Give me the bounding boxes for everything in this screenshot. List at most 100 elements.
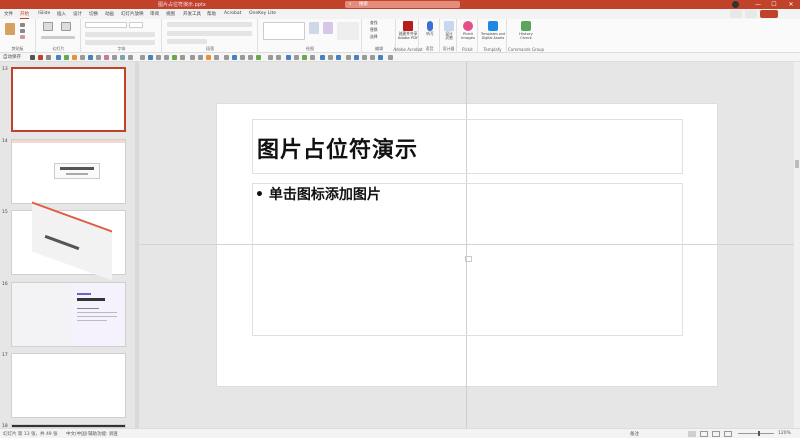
font-size-select[interactable] bbox=[129, 22, 143, 28]
create-pdf-button[interactable]: 创建并共享 Adobe PDF bbox=[397, 32, 419, 40]
tab-file[interactable]: 文件 bbox=[4, 11, 13, 17]
qat-tool-icon[interactable] bbox=[310, 55, 315, 60]
slide-thumbnail-15[interactable] bbox=[11, 201, 126, 281]
qat-tool-icon[interactable] bbox=[64, 55, 69, 60]
qat-tool-icon[interactable] bbox=[362, 55, 367, 60]
title-placeholder[interactable]: 图片占位符演示 bbox=[252, 119, 683, 174]
tab-view[interactable]: 视图 bbox=[166, 11, 175, 17]
qat-tool-icon[interactable] bbox=[172, 55, 177, 60]
quick-styles-icon[interactable] bbox=[323, 22, 333, 34]
qat-tool-icon[interactable] bbox=[232, 55, 237, 60]
qat-tool-icon[interactable] bbox=[378, 55, 383, 60]
qat-tool-icon[interactable] bbox=[276, 55, 281, 60]
layout-button[interactable] bbox=[41, 36, 75, 39]
qat-tool-icon[interactable] bbox=[156, 55, 161, 60]
undo-icon[interactable] bbox=[38, 55, 43, 60]
slide-thumbnail-16[interactable] bbox=[11, 282, 126, 347]
share-button[interactable] bbox=[760, 10, 778, 18]
shapes-gallery[interactable] bbox=[263, 22, 305, 40]
qat-tool-icon[interactable] bbox=[104, 55, 109, 60]
align-buttons[interactable] bbox=[167, 31, 252, 36]
select-button[interactable]: 选择 bbox=[370, 35, 378, 39]
zoom-slider[interactable] bbox=[738, 433, 774, 434]
tab-review[interactable]: 审阅 bbox=[150, 11, 159, 17]
slide-thumbnail-13[interactable] bbox=[11, 67, 126, 132]
qat-tool-icon[interactable] bbox=[180, 55, 185, 60]
tab-islide[interactable]: iSlide bbox=[38, 11, 50, 16]
qat-tool-icon[interactable] bbox=[286, 55, 291, 60]
qat-tool-icon[interactable] bbox=[120, 55, 125, 60]
qat-tool-icon[interactable] bbox=[198, 55, 203, 60]
tab-help[interactable]: 帮助 bbox=[207, 11, 216, 17]
qat-tool-icon[interactable] bbox=[56, 55, 61, 60]
microphone-icon[interactable] bbox=[427, 21, 433, 31]
tab-insert[interactable]: 插入 bbox=[57, 11, 66, 17]
dictate-button[interactable]: 听写 bbox=[420, 32, 440, 36]
shape-format-buttons[interactable] bbox=[337, 22, 359, 40]
font-format-buttons[interactable] bbox=[85, 32, 155, 37]
tab-home[interactable]: 开始 bbox=[20, 11, 29, 19]
qat-tool-icon[interactable] bbox=[72, 55, 77, 60]
format-painter-icon[interactable] bbox=[20, 35, 25, 39]
copy-icon[interactable] bbox=[20, 29, 25, 33]
qat-tool-icon[interactable] bbox=[224, 55, 229, 60]
paste-icon[interactable] bbox=[5, 23, 15, 35]
slide-sorter-icon[interactable] bbox=[700, 431, 708, 437]
qat-tool-icon[interactable] bbox=[148, 55, 153, 60]
templafy-button[interactable]: Templates and Digital Assets bbox=[479, 32, 507, 40]
qat-tool-icon[interactable] bbox=[96, 55, 101, 60]
qat-tool-icon[interactable] bbox=[240, 55, 245, 60]
zoom-level[interactable]: 120% bbox=[778, 431, 791, 436]
qat-tool-icon[interactable] bbox=[248, 55, 253, 60]
scrollbar-thumb[interactable] bbox=[795, 160, 799, 168]
tab-design[interactable]: 设计 bbox=[73, 11, 82, 17]
new-slide-icon[interactable] bbox=[43, 22, 53, 31]
qat-tool-icon[interactable] bbox=[328, 55, 333, 60]
present-button[interactable] bbox=[745, 10, 757, 18]
qat-tool-icon[interactable] bbox=[164, 55, 169, 60]
qat-tool-icon[interactable] bbox=[346, 55, 351, 60]
record-button[interactable] bbox=[730, 10, 742, 18]
reading-view-icon[interactable] bbox=[712, 431, 720, 437]
history-check-button[interactable]: History Check bbox=[508, 32, 544, 40]
replace-button[interactable]: 替换 bbox=[370, 28, 378, 32]
qat-tool-icon[interactable] bbox=[190, 55, 195, 60]
tab-developer[interactable]: 开发工具 bbox=[183, 11, 201, 17]
qat-tool-icon[interactable] bbox=[370, 55, 375, 60]
tab-slideshow[interactable]: 幻灯片放映 bbox=[121, 11, 144, 17]
qat-tool-icon[interactable] bbox=[112, 55, 117, 60]
history-check-icon[interactable] bbox=[521, 21, 531, 31]
qat-tool-icon[interactable] bbox=[354, 55, 359, 60]
close-button[interactable]: ✕ bbox=[785, 0, 797, 9]
tab-acrobat[interactable]: Acrobat bbox=[224, 11, 241, 16]
font-color-buttons[interactable] bbox=[85, 40, 155, 45]
templafy-icon[interactable] bbox=[488, 21, 498, 31]
qat-tool-icon[interactable] bbox=[320, 55, 325, 60]
slide-thumbnail-14[interactable] bbox=[11, 139, 126, 204]
pickit-icon[interactable] bbox=[463, 21, 473, 31]
search-box[interactable]: ⌕ 搜索 bbox=[345, 1, 460, 8]
design-ideas-button[interactable]: 设计 灵感 bbox=[441, 32, 457, 40]
list-buttons[interactable] bbox=[167, 22, 252, 27]
maximize-button[interactable]: ☐ bbox=[768, 0, 780, 9]
qat-tool-icon[interactable] bbox=[294, 55, 299, 60]
redo-icon[interactable] bbox=[46, 55, 51, 60]
tab-transitions[interactable]: 切换 bbox=[89, 11, 98, 17]
tab-animations[interactable]: 动画 bbox=[105, 11, 114, 17]
user-avatar[interactable] bbox=[732, 1, 739, 8]
cut-icon[interactable] bbox=[20, 23, 25, 27]
reuse-slides-icon[interactable] bbox=[61, 22, 71, 31]
save-icon[interactable] bbox=[30, 55, 35, 60]
qat-tool-icon[interactable] bbox=[206, 55, 211, 60]
vertical-scrollbar[interactable] bbox=[794, 62, 800, 428]
qat-tool-icon[interactable] bbox=[80, 55, 85, 60]
adobe-pdf-icon[interactable] bbox=[403, 21, 413, 31]
slide-thumbnail-17[interactable] bbox=[11, 353, 126, 418]
pickit-button[interactable]: Pickit Images bbox=[458, 32, 478, 40]
qat-tool-icon[interactable] bbox=[128, 55, 133, 60]
qat-tool-icon[interactable] bbox=[336, 55, 341, 60]
zoom-slider-handle[interactable] bbox=[758, 431, 760, 436]
font-name-select[interactable] bbox=[85, 22, 127, 28]
qat-tool-icon[interactable] bbox=[302, 55, 307, 60]
paragraph-extra-buttons[interactable] bbox=[167, 39, 207, 44]
